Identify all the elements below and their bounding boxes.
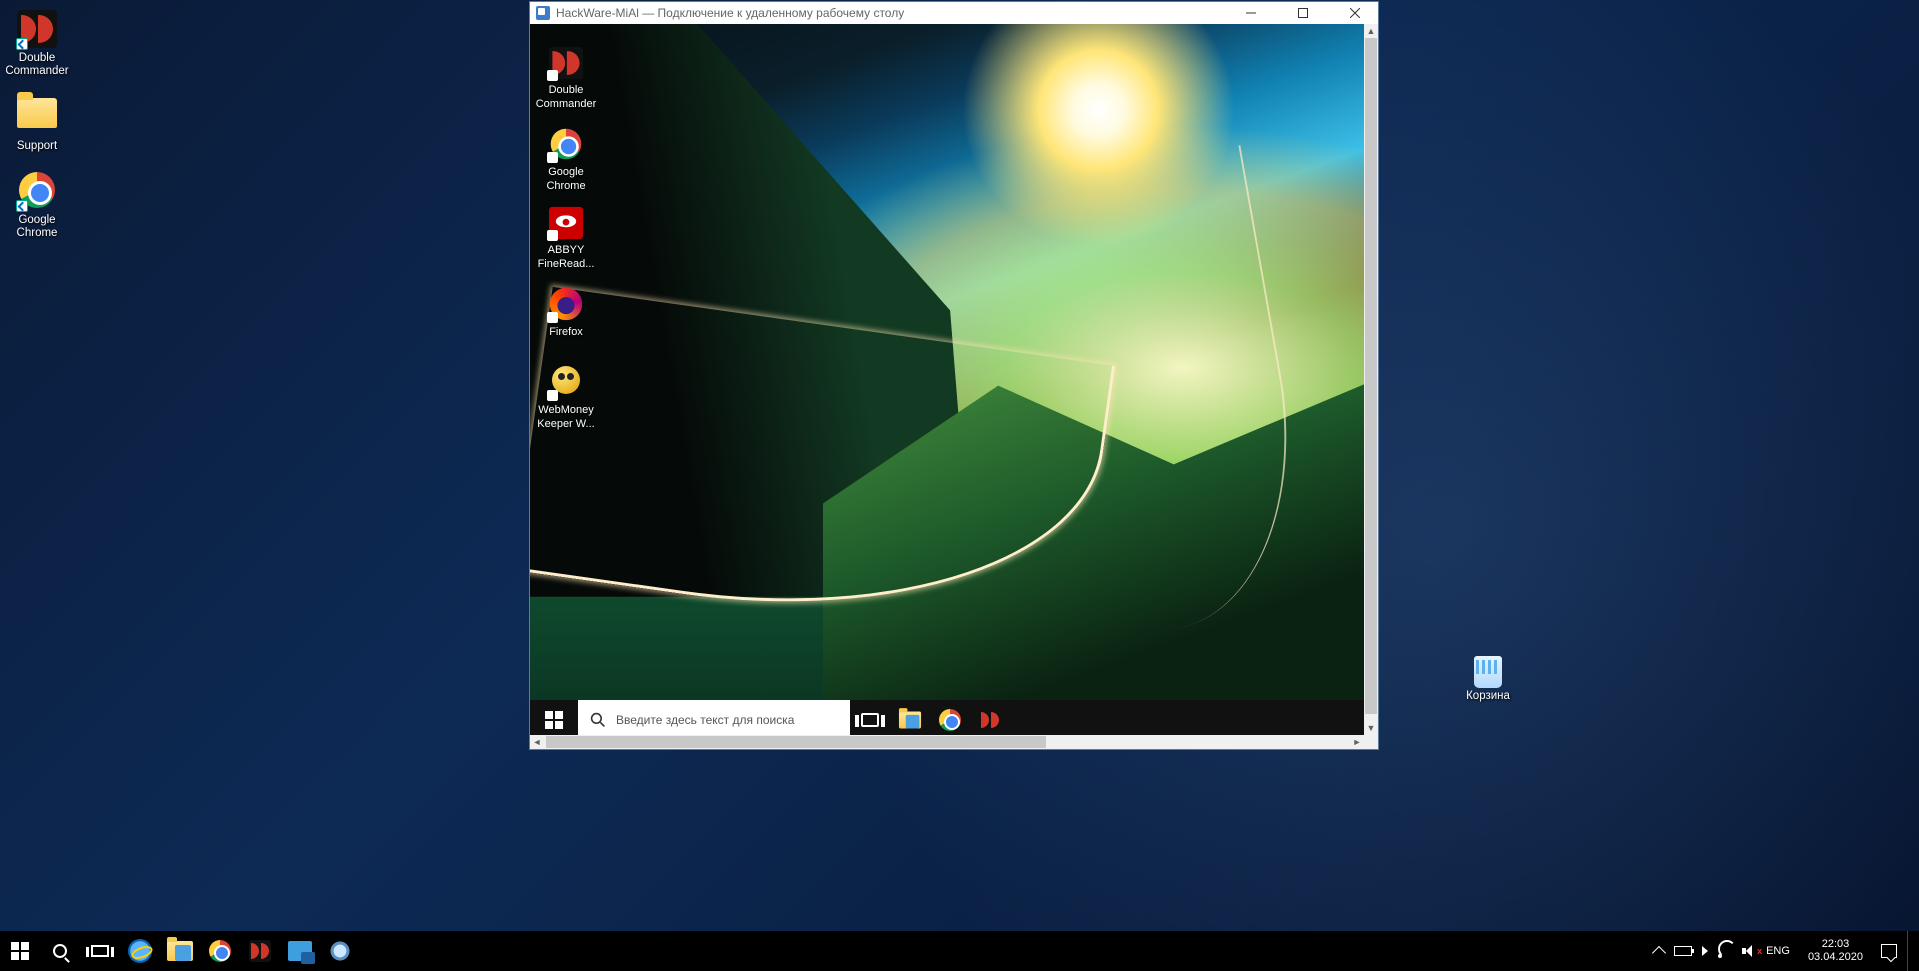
rdp-icon bbox=[288, 941, 312, 961]
tray-time: 22:03 bbox=[1808, 938, 1863, 951]
scrollbar-thumb[interactable] bbox=[1365, 38, 1377, 713]
system-tray: x ENG 22:03 03.04.2020 bbox=[1648, 931, 1919, 971]
remote-desktop[interactable]: Double Commander Google Chrome ABBYY Fin… bbox=[530, 24, 1366, 740]
scroll-left-arrow[interactable]: ◄ bbox=[530, 735, 544, 749]
rdp-viewport: Double Commander Google Chrome ABBYY Fin… bbox=[530, 24, 1378, 749]
window-title: HackWare-MiAl — Подключение к удаленному… bbox=[556, 6, 904, 20]
taskbar-double-commander[interactable] bbox=[240, 931, 280, 971]
remote-icon-chrome[interactable]: Google Chrome bbox=[530, 124, 602, 192]
remote-task-view-button[interactable] bbox=[850, 700, 890, 740]
task-view-icon bbox=[861, 713, 879, 727]
webmoney-icon bbox=[546, 364, 586, 400]
remote-taskbar-explorer[interactable] bbox=[890, 700, 930, 740]
windows-logo-icon bbox=[545, 711, 563, 729]
desktop-icon-support[interactable]: Support bbox=[0, 92, 74, 153]
file-explorer-icon bbox=[167, 941, 193, 961]
double-commander-icon bbox=[979, 709, 1001, 731]
remote-start-button[interactable] bbox=[530, 700, 578, 740]
remote-icon-webmoney[interactable]: WebMoney Keeper W... bbox=[530, 364, 602, 430]
search-button[interactable] bbox=[40, 931, 80, 971]
double-commander-icon bbox=[546, 44, 586, 80]
desktop-icon-label: Support bbox=[0, 140, 74, 153]
host-taskbar: x ENG 22:03 03.04.2020 bbox=[0, 931, 1919, 971]
maximize-button[interactable] bbox=[1280, 2, 1326, 24]
notification-icon bbox=[1881, 944, 1897, 958]
show-desktop-button[interactable] bbox=[1907, 931, 1913, 971]
minimize-button[interactable] bbox=[1228, 2, 1274, 24]
tray-volume[interactable]: x bbox=[1742, 945, 1756, 957]
chrome-icon bbox=[939, 709, 961, 731]
folder-icon bbox=[13, 98, 61, 138]
scroll-right-arrow[interactable]: ► bbox=[1350, 735, 1364, 749]
remote-search-box[interactable]: Введите здесь текст для поиска bbox=[578, 700, 850, 740]
scrollbar-thumb[interactable] bbox=[546, 736, 1046, 748]
remote-icon-label: WebMoney Keeper W... bbox=[537, 404, 594, 430]
taskbar-file-explorer[interactable] bbox=[160, 931, 200, 971]
speaker-muted-icon: x bbox=[1742, 945, 1756, 957]
remote-search-placeholder: Введите здесь текст для поиска bbox=[616, 713, 794, 727]
firefox-icon bbox=[546, 286, 586, 322]
tray-action-center[interactable] bbox=[1881, 944, 1897, 958]
remote-icon-label: Firefox bbox=[549, 326, 583, 338]
remote-icon-firefox[interactable]: Firefox bbox=[530, 284, 602, 338]
taskbar-chrome[interactable] bbox=[200, 931, 240, 971]
desktop-icon-chrome[interactable]: Google Chrome bbox=[0, 170, 74, 240]
remote-taskbar-chrome[interactable] bbox=[930, 700, 970, 740]
remote-icon-label: ABBYY FineRead... bbox=[538, 244, 595, 270]
tray-overflow-button[interactable] bbox=[1654, 944, 1664, 958]
desktop-icon-label: Google Chrome bbox=[0, 214, 74, 240]
chevron-up-icon bbox=[1652, 946, 1666, 960]
tray-language[interactable]: ENG bbox=[1766, 945, 1790, 957]
scroll-up-arrow[interactable]: ▲ bbox=[1364, 24, 1378, 38]
windows-logo-icon bbox=[11, 942, 29, 960]
recycle-bin-icon bbox=[1464, 648, 1512, 688]
power-plug-icon bbox=[1702, 946, 1708, 956]
remote-icon-abbyy[interactable]: ABBYY FineRead... bbox=[530, 204, 602, 270]
rdp-app-icon bbox=[536, 6, 550, 20]
search-icon bbox=[53, 944, 67, 958]
internet-explorer-icon bbox=[128, 939, 152, 963]
remote-taskbar: Введите здесь текст для поиска bbox=[530, 700, 1366, 740]
start-button[interactable] bbox=[0, 931, 40, 971]
desktop-icon-recycle-bin[interactable]: Корзина bbox=[1451, 648, 1525, 703]
battery-icon bbox=[1674, 946, 1692, 956]
remote-taskbar-double-commander[interactable] bbox=[970, 700, 1010, 740]
remote-icon-label: Google Chrome bbox=[546, 166, 585, 192]
desktop-icon-double-commander[interactable]: Double Commander bbox=[0, 10, 74, 78]
task-view-icon bbox=[91, 945, 109, 957]
double-commander-icon bbox=[249, 940, 271, 962]
rdp-window[interactable]: HackWare-MiAl — Подключение к удаленному… bbox=[529, 1, 1379, 750]
search-icon bbox=[590, 712, 606, 728]
title-bar[interactable]: HackWare-MiAl — Подключение к удаленному… bbox=[530, 2, 1378, 24]
desktop-icon-label: Корзина bbox=[1451, 690, 1525, 703]
file-explorer-icon bbox=[899, 712, 921, 729]
horizontal-scrollbar[interactable]: ◄ ► bbox=[530, 735, 1364, 749]
remote-icon-label: Double Commander bbox=[536, 84, 597, 110]
taskbar-rdp[interactable] bbox=[280, 931, 320, 971]
taskbar-ie[interactable] bbox=[120, 931, 160, 971]
vertical-scrollbar[interactable]: ▲ ▼ bbox=[1364, 24, 1378, 735]
chrome-icon bbox=[13, 172, 61, 212]
taskbar-settings-app[interactable] bbox=[320, 931, 360, 971]
tray-date: 03.04.2020 bbox=[1808, 951, 1863, 964]
double-commander-icon bbox=[13, 10, 61, 50]
tray-battery[interactable] bbox=[1674, 946, 1692, 956]
chrome-icon bbox=[546, 126, 586, 162]
scroll-down-arrow[interactable]: ▼ bbox=[1364, 721, 1378, 735]
task-view-button[interactable] bbox=[80, 931, 120, 971]
remote-icon-double-commander[interactable]: Double Commander bbox=[530, 44, 602, 110]
tray-network[interactable] bbox=[1718, 944, 1732, 958]
desktop-icon-label: Double Commander bbox=[0, 52, 74, 78]
scrollbar-corner bbox=[1364, 735, 1378, 749]
close-button[interactable] bbox=[1332, 2, 1378, 24]
chrome-icon bbox=[209, 940, 231, 962]
tray-power[interactable] bbox=[1702, 946, 1708, 956]
abbyy-icon bbox=[546, 204, 586, 240]
network-icon bbox=[1718, 944, 1732, 958]
gear-icon bbox=[329, 940, 351, 962]
tray-clock[interactable]: 22:03 03.04.2020 bbox=[1800, 938, 1871, 964]
